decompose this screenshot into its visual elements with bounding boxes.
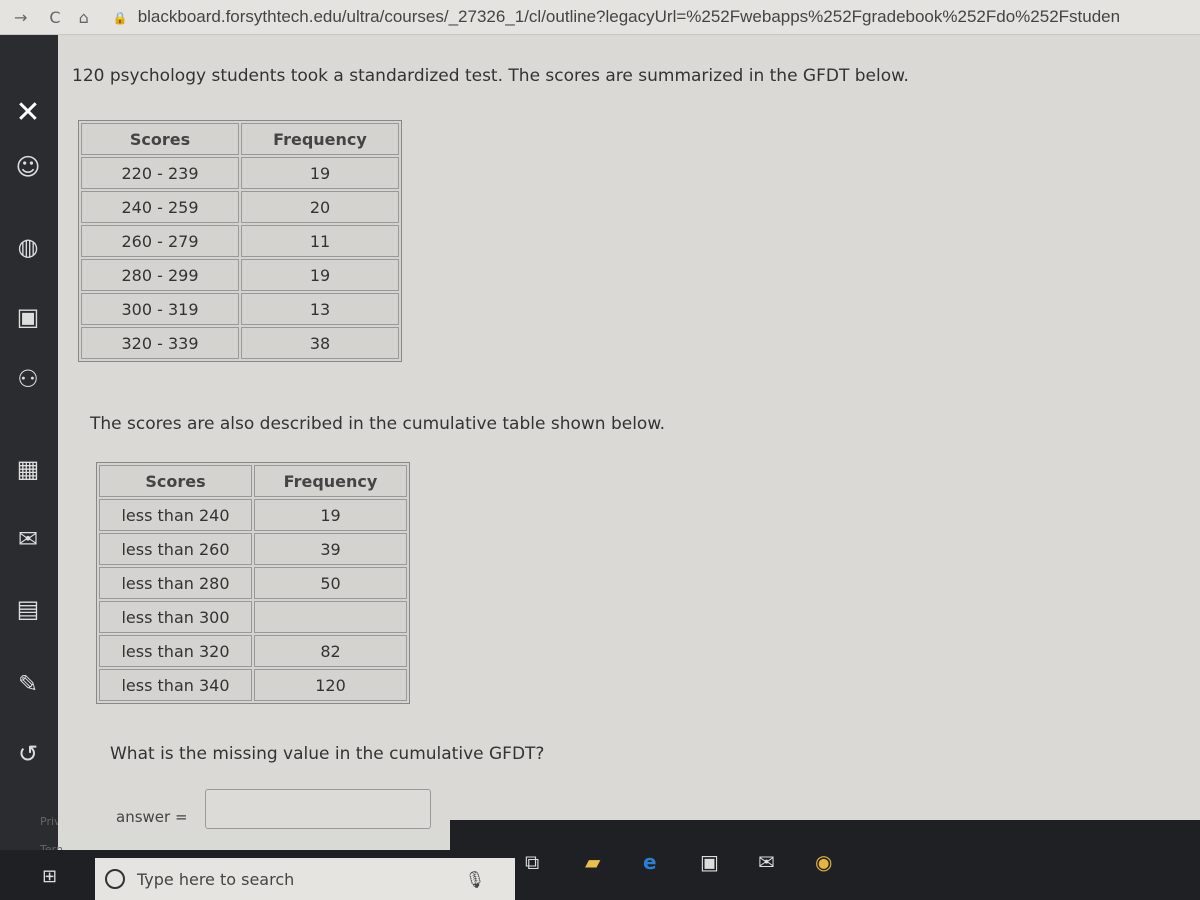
scores-cell: 240 - 259 — [81, 191, 239, 223]
table-row: 260 - 279 11 — [81, 225, 399, 257]
frequency-cell: 19 — [254, 499, 407, 531]
home-icon[interactable]: ⌂ — [79, 8, 89, 27]
sign-out-icon[interactable]: ↺ — [10, 740, 46, 768]
header-scores: Scores — [99, 465, 252, 497]
question-prompt: What is the missing value in the cumulat… — [110, 744, 545, 764]
frequency-cell: 39 — [254, 533, 407, 565]
edge-icon[interactable]: e — [643, 850, 657, 874]
lock-icon: 🔒 — [112, 11, 128, 25]
header-frequency: Frequency — [254, 465, 407, 497]
globe-icon[interactable]: ◍ — [10, 233, 46, 261]
table-row: 240 - 259 20 — [81, 191, 399, 223]
frequency-cell: 38 — [241, 327, 399, 359]
grades-icon[interactable]: ▤ — [10, 595, 46, 623]
messages-icon[interactable]: ✉ — [10, 525, 46, 553]
address-bar[interactable]: 🔒 blackboard.forsythtech.edu/ultra/course… — [113, 7, 1120, 27]
frequency-cell: 19 — [241, 157, 399, 189]
frequency-cell: 120 — [254, 669, 407, 701]
scores-cell: less than 240 — [99, 499, 252, 531]
scores-cell: less than 300 — [99, 601, 252, 633]
table-row: 220 - 239 19 — [81, 157, 399, 189]
chrome-icon[interactable]: ◉ — [815, 850, 832, 874]
search-placeholder: Type here to search — [137, 869, 295, 889]
table-row: less than 240 19 — [99, 499, 407, 531]
header-scores: Scores — [81, 123, 239, 155]
browser-toolbar: → C ⌂ 🔒 blackboard.forsythtech.edu/ultra/… — [0, 0, 1200, 35]
courses-icon[interactable]: ▣ — [10, 303, 46, 331]
frequency-cell: 13 — [241, 293, 399, 325]
windows-start-icon[interactable]: ⊞ — [42, 866, 57, 887]
gfdt-table: Scores Frequency 220 - 239 19 240 - 259 20… — [78, 120, 402, 362]
reload-icon[interactable]: C — [49, 8, 60, 27]
scores-cell: 300 - 319 — [81, 293, 239, 325]
answer-input[interactable] — [205, 789, 431, 829]
sidebar: ✕ ☺ ◍ ▣ ⚇ ▦ ✉ ▤ ✎ ↺ Priv Tern — [0, 35, 63, 900]
scores-cell: 320 - 339 — [81, 327, 239, 359]
url-text: blackboard.forsythtech.edu/ultra/courses… — [137, 7, 1121, 26]
frequency-cell: 19 — [241, 259, 399, 291]
table-header-row: Scores Frequency — [99, 465, 407, 497]
question-intro: 120 psychology students took a standardi… — [72, 66, 909, 86]
missing-frequency-cell — [254, 601, 407, 633]
table-row: less than 280 50 — [99, 567, 407, 599]
table-row: less than 320 82 — [99, 635, 407, 667]
table-row: less than 300 — [99, 601, 407, 633]
frequency-cell: 50 — [254, 567, 407, 599]
file-explorer-icon[interactable]: ▰ — [585, 850, 600, 874]
scores-cell: less than 260 — [99, 533, 252, 565]
edit-icon[interactable]: ✎ — [10, 670, 46, 698]
calendar-icon[interactable]: ▦ — [10, 455, 46, 483]
cumulative-gfdt-table: Scores Frequency less than 240 19 less th… — [96, 462, 410, 704]
mail-icon[interactable]: ✉ — [758, 850, 775, 874]
scores-cell: 220 - 239 — [81, 157, 239, 189]
table-row: less than 260 39 — [99, 533, 407, 565]
table-row: 300 - 319 13 — [81, 293, 399, 325]
microphone-icon[interactable]: 🎙 — [465, 870, 485, 889]
table-row: less than 340 120 — [99, 669, 407, 701]
table-row: 320 - 339 38 — [81, 327, 399, 359]
header-frequency: Frequency — [241, 123, 399, 155]
frequency-cell: 82 — [254, 635, 407, 667]
frequency-cell: 20 — [241, 191, 399, 223]
frequency-cell: 11 — [241, 225, 399, 257]
scores-cell: less than 280 — [99, 567, 252, 599]
table-row: 280 - 299 19 — [81, 259, 399, 291]
cumulative-intro: The scores are also described in the cum… — [90, 414, 666, 434]
scores-cell: 260 - 279 — [81, 225, 239, 257]
cortana-icon — [105, 869, 125, 889]
taskbar-search-box[interactable]: Type here to search 🎙 — [95, 858, 515, 900]
answer-label: answer = — [116, 808, 188, 826]
scores-cell: 280 - 299 — [81, 259, 239, 291]
organizations-icon[interactable]: ⚇ — [10, 365, 46, 393]
table-header-row: Scores Frequency — [81, 123, 399, 155]
scores-cell: less than 320 — [99, 635, 252, 667]
user-icon[interactable]: ☺ — [10, 153, 46, 181]
forward-icon[interactable]: → — [14, 8, 27, 27]
scores-cell: less than 340 — [99, 669, 252, 701]
task-view-icon[interactable]: ⧉ — [525, 850, 539, 874]
store-icon[interactable]: ▣ — [700, 850, 719, 874]
close-icon[interactable]: ✕ — [10, 95, 46, 130]
